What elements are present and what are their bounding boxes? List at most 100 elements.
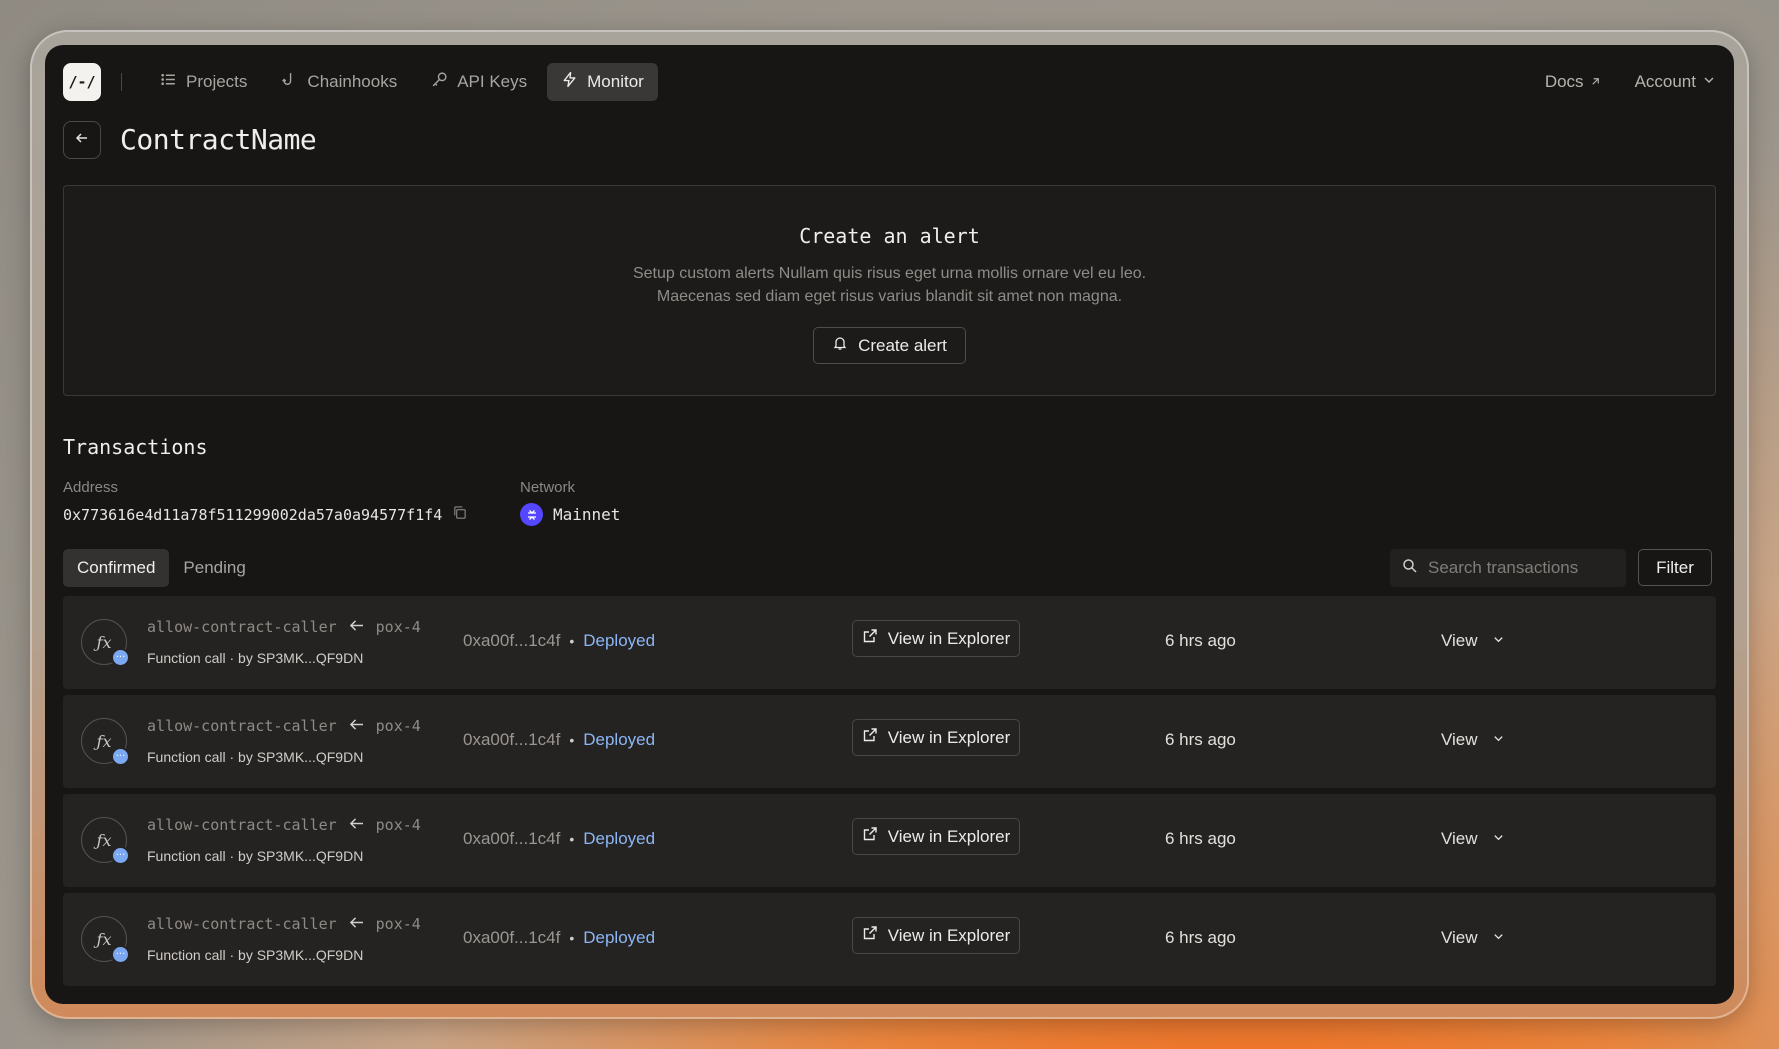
nav-divider xyxy=(121,73,122,91)
tx-time: 6 hrs ago xyxy=(1165,730,1236,749)
contract-name: pox-4 xyxy=(375,915,421,933)
view-dropdown-button[interactable]: View xyxy=(1441,928,1505,948)
view-label: View xyxy=(1441,829,1478,848)
address-value-group: 0x773616e4d11a78f511299002da57a0a94577f1… xyxy=(63,505,467,524)
page-title: ContractName xyxy=(120,123,317,156)
bolt-icon xyxy=(561,71,578,93)
stacks-network-icon xyxy=(520,503,543,526)
tx-type: Function call xyxy=(147,650,226,666)
pending-dots-icon: ··· xyxy=(111,945,130,964)
table-row[interactable]: ƒx ··· allow-contract-caller pox-4 Funct… xyxy=(63,695,1716,788)
top-nav: /-/ Projects Chainhooks API Keys Monitor xyxy=(63,63,1716,101)
view-in-explorer-button[interactable]: View in Explorer xyxy=(852,719,1020,756)
separator-dot: · xyxy=(229,650,239,666)
tab-confirmed[interactable]: Confirmed xyxy=(63,549,170,587)
transaction-tabs: Confirmed Pending xyxy=(63,549,260,587)
app-window: /-/ Projects Chainhooks API Keys Monitor xyxy=(45,45,1734,1004)
network-label: Network xyxy=(520,479,576,496)
table-row[interactable]: ƒx ··· allow-contract-caller pox-4 Funct… xyxy=(63,893,1716,986)
tx-hash: 0xa00f...1c4f xyxy=(463,730,561,749)
explorer-label: View in Explorer xyxy=(887,628,1011,648)
contract-name: pox-4 xyxy=(375,717,421,735)
hook-icon xyxy=(281,71,298,93)
separator-dot: · xyxy=(229,947,239,963)
pending-dots-icon: ··· xyxy=(111,747,130,766)
nav-item-label: Projects xyxy=(186,72,248,91)
function-name: allow-contract-caller xyxy=(147,618,337,636)
separator-dot: • xyxy=(569,831,575,847)
explorer-label: View in Explorer xyxy=(887,925,1011,945)
view-dropdown-button[interactable]: View xyxy=(1441,829,1505,849)
alert-desc-line: Setup custom alerts Nullam quis risus eg… xyxy=(632,265,1147,282)
external-arrow-icon xyxy=(1590,72,1601,92)
external-link-icon xyxy=(862,826,878,847)
status-badge: Deployed xyxy=(583,928,656,947)
tx-time: 6 hrs ago xyxy=(1165,928,1236,947)
nav-item-label: Chainhooks xyxy=(307,72,398,91)
account-menu[interactable]: Account xyxy=(1635,72,1716,92)
bell-icon xyxy=(832,335,848,356)
view-label: View xyxy=(1441,730,1478,749)
tx-sender: by SP3MK...QF9DN xyxy=(238,650,364,666)
explorer-label: View in Explorer xyxy=(887,826,1011,846)
view-in-explorer-button[interactable]: View in Explorer xyxy=(852,818,1020,855)
view-in-explorer-button[interactable]: View in Explorer xyxy=(852,620,1020,657)
function-subtitle: Function call · by SP3MK...QF9DN xyxy=(147,848,363,864)
chevron-down-icon xyxy=(1492,730,1505,750)
contract-name: pox-4 xyxy=(375,816,421,834)
chevron-down-icon xyxy=(1492,928,1505,948)
arrow-left-icon xyxy=(74,130,90,151)
search-input[interactable] xyxy=(1428,558,1608,578)
arrow-left-icon xyxy=(349,816,364,834)
create-alert-button[interactable]: Create alert xyxy=(813,327,966,364)
network-value: Mainnet xyxy=(553,505,621,524)
create-alert-card: Create an alert Setup custom alerts Null… xyxy=(63,185,1716,396)
alert-description: Setup custom alerts Nullam quis risus eg… xyxy=(633,262,1146,308)
function-name: allow-contract-caller xyxy=(147,717,337,735)
nav-item-api-keys[interactable]: API Keys xyxy=(417,63,541,101)
logo[interactable]: /-/ xyxy=(63,63,101,101)
tx-time: 6 hrs ago xyxy=(1165,631,1236,650)
table-row[interactable]: ƒx ··· allow-contract-caller pox-4 Funct… xyxy=(63,794,1716,887)
nav-item-chainhooks[interactable]: Chainhooks xyxy=(267,63,411,101)
function-line: allow-contract-caller pox-4 xyxy=(147,618,421,636)
docs-link[interactable]: Docs xyxy=(1545,72,1601,92)
tab-pending[interactable]: Pending xyxy=(169,549,259,587)
function-name: allow-contract-caller xyxy=(147,816,337,834)
tx-hash-group: 0xa00f...1c4f • Deployed xyxy=(463,829,655,849)
tx-type: Function call xyxy=(147,749,226,765)
function-subtitle: Function call · by SP3MK...QF9DN xyxy=(147,947,363,963)
view-label: View xyxy=(1441,631,1478,650)
tx-time: 6 hrs ago xyxy=(1165,829,1236,848)
tx-hash-group: 0xa00f...1c4f • Deployed xyxy=(463,631,655,651)
view-label: View xyxy=(1441,928,1478,947)
nav-item-projects[interactable]: Projects xyxy=(146,63,261,101)
view-dropdown-button[interactable]: View xyxy=(1441,631,1505,651)
nav-item-monitor[interactable]: Monitor xyxy=(547,63,658,101)
table-row[interactable]: ƒx ··· allow-contract-caller pox-4 Funct… xyxy=(63,596,1716,689)
function-icon: ƒx ··· xyxy=(81,718,130,766)
tx-type: Function call xyxy=(147,848,226,864)
nav-right: Docs Account xyxy=(1545,72,1716,92)
copy-icon[interactable] xyxy=(452,505,467,524)
status-badge: Deployed xyxy=(583,631,656,650)
status-badge: Deployed xyxy=(583,829,656,848)
docs-label: Docs xyxy=(1544,72,1584,91)
transactions-title: Transactions xyxy=(63,435,208,459)
nav-item-label: Monitor xyxy=(587,72,644,91)
alert-title: Create an alert xyxy=(799,224,980,248)
arrow-left-icon xyxy=(349,717,364,735)
view-dropdown-button[interactable]: View xyxy=(1441,730,1505,750)
function-subtitle: Function call · by SP3MK...QF9DN xyxy=(147,650,363,666)
contract-name: pox-4 xyxy=(375,618,421,636)
tx-hash-group: 0xa00f...1c4f • Deployed xyxy=(463,928,655,948)
function-line: allow-contract-caller pox-4 xyxy=(147,717,421,735)
account-label: Account xyxy=(1634,72,1696,91)
view-in-explorer-button[interactable]: View in Explorer xyxy=(852,917,1020,954)
function-name: allow-contract-caller xyxy=(147,915,337,933)
back-button[interactable] xyxy=(63,121,101,159)
address-value: 0x773616e4d11a78f511299002da57a0a94577f1… xyxy=(63,505,443,524)
filter-button[interactable]: Filter xyxy=(1638,549,1712,586)
explorer-label: View in Explorer xyxy=(887,727,1011,747)
external-link-icon xyxy=(862,727,878,748)
